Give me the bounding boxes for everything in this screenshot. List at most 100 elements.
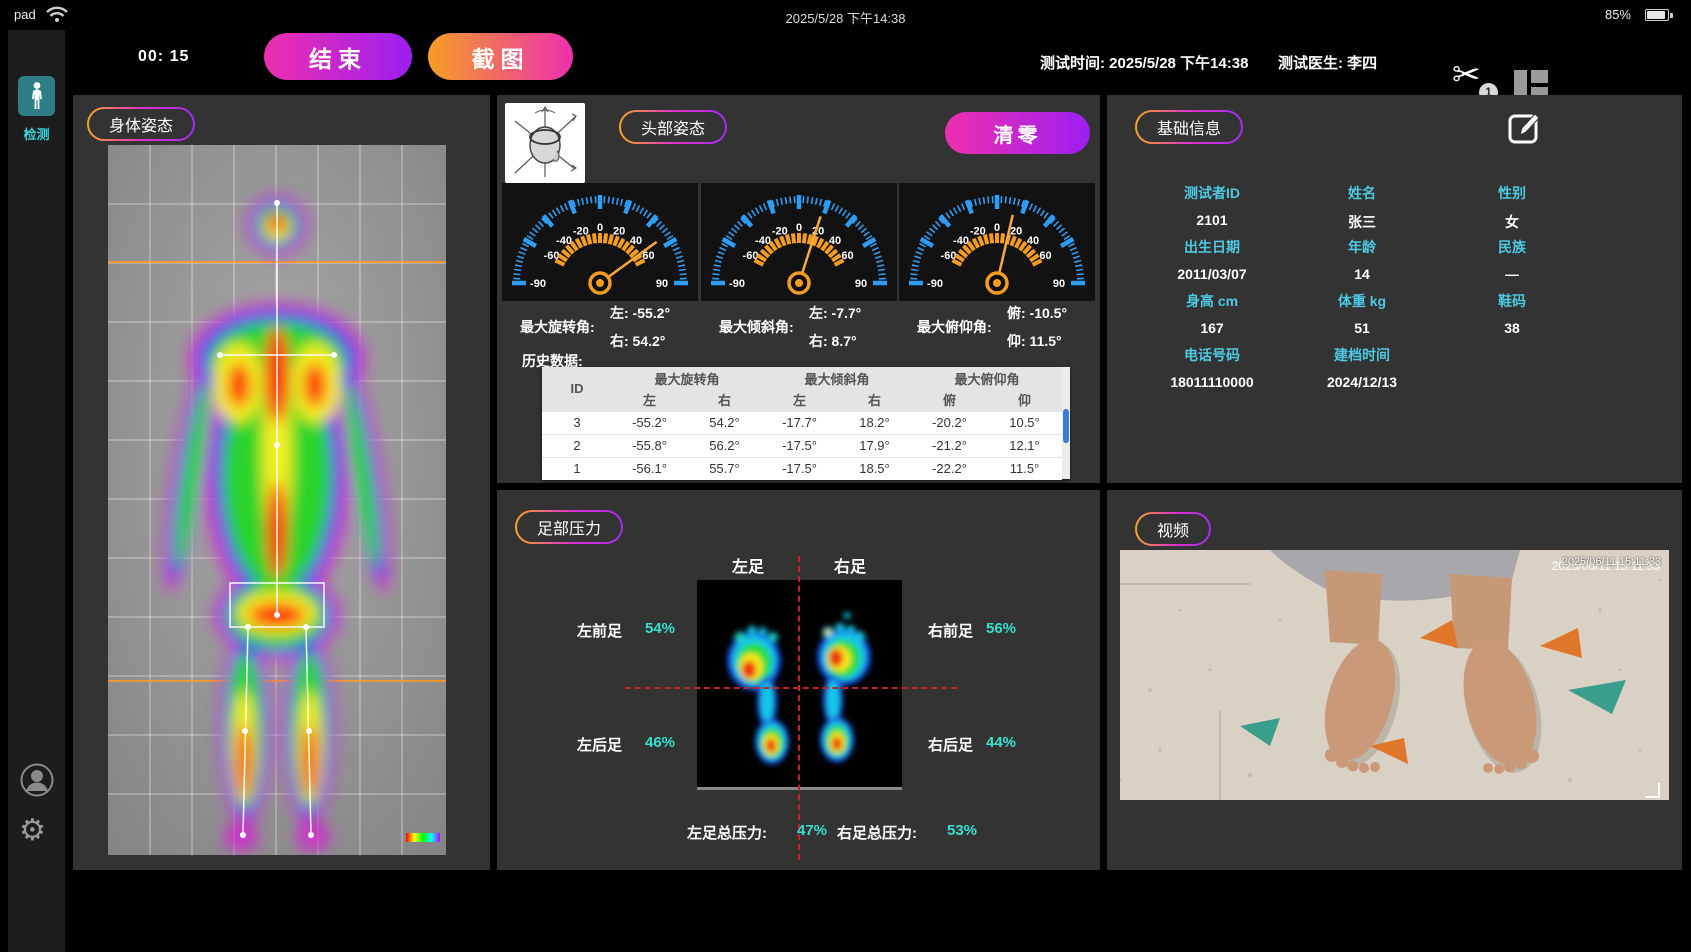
left-rearfoot-label: 左后足: [577, 734, 622, 755]
svg-text:-40: -40: [755, 235, 771, 247]
body-posture-title: 身体姿态: [89, 109, 193, 139]
table-cell: -55.2°: [612, 411, 687, 434]
table-cell: -56.1°: [612, 457, 687, 480]
history-group-tilt: 最大倾斜角: [762, 367, 912, 389]
right-foot-header: 右足: [834, 553, 866, 577]
rotation-gauge: -90-60-40-20020406090: [502, 183, 698, 301]
info-field-label: 鞋码: [1437, 291, 1587, 311]
app-root: pad 2025/5/28 下午14:38 85% 00: 15 结束 截图 测…: [0, 0, 1691, 952]
video-title: 视频: [1137, 514, 1209, 544]
info-field-value: —: [1437, 266, 1587, 282]
table-row: 3-55.2°54.2°-17.7°18.2°-20.2°10.5°: [542, 411, 1062, 434]
reset-button[interactable]: 清零: [945, 112, 1090, 154]
svg-text:90: 90: [656, 278, 668, 290]
info-field-label: 测试者ID: [1137, 183, 1287, 203]
status-bar: pad 2025/5/28 下午14:38 85%: [0, 0, 1691, 30]
sidebar: 检测 ⚙: [8, 30, 65, 952]
head-axes-diagram: [505, 103, 585, 183]
history-sub-right2: 右: [837, 389, 912, 411]
left-forefoot-value: 54%: [645, 620, 675, 637]
test-time-label: 测试时间: 2025/5/28 下午14:38: [1040, 52, 1248, 73]
left-forefoot-label: 左前足: [577, 620, 622, 641]
table-cell: -17.5°: [762, 457, 837, 480]
table-cell: 54.2°: [687, 411, 762, 434]
history-sub-left1: 左: [612, 389, 687, 411]
table-row: 2-55.8°56.2°-17.5°17.9°-21.2°12.1°: [542, 434, 1062, 457]
max-pitch-up: 仰: 11.5°: [1007, 331, 1062, 351]
battery-percent: 85%: [1605, 7, 1631, 22]
history-sub-left2: 左: [762, 389, 837, 411]
body-posture-panel: 身体姿态: [73, 95, 490, 870]
scissors-icon[interactable]: ✂: [1452, 58, 1481, 92]
right-forefoot-label: 右前足: [928, 620, 973, 641]
table-cell: 3: [542, 411, 612, 434]
table-cell: -55.8°: [612, 434, 687, 457]
history-sub-down: 俯: [912, 389, 987, 411]
crosshair-vertical: [798, 556, 800, 860]
info-field-value: 张三: [1287, 212, 1437, 232]
pitch-gauge: -90-60-40-20020406090: [899, 183, 1095, 301]
info-field-value: 2101: [1137, 212, 1287, 228]
video-frame[interactable]: 2025/06/11 15:11:33 2025/06/11 15:11:33: [1120, 550, 1669, 800]
info-field-value: 2024/12/13: [1287, 374, 1437, 390]
svg-text:90: 90: [855, 278, 867, 290]
right-rearfoot-label: 右后足: [928, 734, 973, 755]
left-total-label: 左足总压力:: [687, 822, 767, 843]
max-pitch-label: 最大俯仰角:: [917, 317, 992, 337]
profile-icon[interactable]: [20, 763, 54, 797]
end-button[interactable]: 结束: [264, 33, 412, 80]
svg-text:0: 0: [796, 222, 802, 234]
basic-info-title-pill: 基础信息: [1135, 110, 1243, 144]
sidebar-item-detect[interactable]: [18, 76, 55, 116]
table-cell: -17.5°: [762, 434, 837, 457]
max-tilt-left: 左: -7.7°: [809, 303, 861, 323]
fullscreen-corner-icon[interactable]: [1645, 783, 1660, 798]
basic-info-title: 基础信息: [1137, 112, 1241, 142]
crosshair-horizontal: [625, 687, 957, 689]
table-cell: 1: [542, 457, 612, 480]
info-field-label: 姓名: [1287, 183, 1437, 203]
info-field-label: 民族: [1437, 237, 1587, 257]
svg-text:20: 20: [1010, 225, 1022, 237]
status-datetime: 2025/5/28 下午14:38: [786, 8, 906, 27]
info-field: 姓名张三: [1287, 183, 1437, 236]
info-field-label: 年龄: [1287, 237, 1437, 257]
history-table: ID 最大旋转角 最大倾斜角 最大俯仰角 左 右 左 右 俯 仰 3-55.2°…: [542, 367, 1070, 479]
info-field-label: 身高 cm: [1137, 291, 1287, 311]
edit-icon[interactable]: [1506, 109, 1544, 147]
svg-text:-40: -40: [953, 235, 969, 247]
info-field: 民族 —: [1437, 237, 1587, 290]
max-pitch-readout: 最大俯仰角: 俯: -10.5° 仰: 11.5°: [899, 299, 1095, 361]
body-thermal-image: [108, 145, 446, 855]
gear-icon[interactable]: ⚙: [19, 816, 46, 846]
basic-info-grid: 测试者ID2101姓名张三性别女出生日期2011/03/07年龄14民族—身高 …: [1137, 183, 1587, 398]
svg-text:-90: -90: [729, 278, 745, 290]
body-posture-title-pill: 身体姿态: [87, 107, 195, 141]
tilt-gauge: -90-60-40-20020406090: [701, 183, 897, 301]
right-total-label: 右足总压力:: [837, 822, 917, 843]
right-forefoot-value: 56%: [986, 620, 1016, 637]
screenshot-button[interactable]: 截图: [428, 33, 573, 80]
svg-text:0: 0: [597, 222, 603, 234]
table-cell: 10.5°: [987, 411, 1062, 434]
video-timestamp: 2025/06/11 15:11:33: [1562, 556, 1661, 568]
table-cell: 56.2°: [687, 434, 762, 457]
table-scrollbar[interactable]: [1062, 367, 1070, 479]
info-field-value: 51: [1287, 320, 1437, 336]
info-field-value: 女: [1437, 212, 1587, 232]
foot-pressure-title: 足部压力: [517, 512, 621, 542]
foot-pressure-panel: 足部压力 左足 右足: [497, 490, 1100, 870]
info-field: 出生日期2011/03/07: [1137, 237, 1287, 290]
device-name: pad: [14, 7, 36, 22]
head-posture-title-pill: 头部姿态: [619, 110, 727, 144]
history-group-pitch: 最大俯仰角: [912, 367, 1062, 389]
left-total-value: 47%: [797, 822, 827, 839]
table-cell: 18.5°: [837, 457, 912, 480]
info-field: 性别女: [1437, 183, 1587, 236]
battery-icon: [1645, 9, 1669, 21]
session-timer: 00: 15: [138, 48, 189, 66]
svg-text:-90: -90: [530, 278, 546, 290]
svg-text:-90: -90: [927, 278, 943, 290]
head-posture-panel: 头部姿态 清零 -90-60-40-20020406090 -90-60-40-…: [497, 95, 1100, 483]
table-row: 1-56.1°55.7°-17.5°18.5°-22.2°11.5°: [542, 457, 1062, 480]
